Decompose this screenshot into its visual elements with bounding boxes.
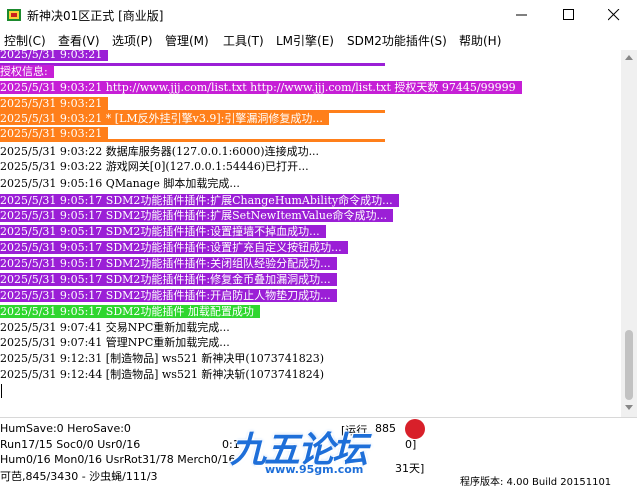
window-title: 新神决01区正式 [商业版] <box>27 9 164 23</box>
title-bar: 新神决01区正式 [商业版] <box>0 0 637 30</box>
scrollbar-thumb[interactable] <box>625 330 633 400</box>
log-line: 2025/5/31 9:05:17 SDM2功能插件插件:扩展SetNewIte… <box>0 208 393 223</box>
log-line: 2025/5/31 9:03:21 <box>0 50 109 62</box>
close-icon <box>608 9 620 21</box>
log-line: 2025/5/31 9:07:41 管理NPC重新加载完成... <box>0 335 236 350</box>
status-hum: Hum0/16 Mon0/16 UsrRot31/78 Merch0/16 <box>0 453 236 466</box>
log-text: 2025/5/31 9:12:31 [制造物品] ws521 新神决甲(1073… <box>0 352 324 365</box>
log-line: 2025/5/31 9:12:44 [制造物品] ws521 新神决斩(1073… <box>0 367 330 382</box>
log-line: 2025/5/31 9:05:17 SDM2功能插件插件:关闭组队经验分配成功.… <box>0 256 337 271</box>
log-line: 2025/5/31 9:12:31 [制造物品] ws521 新神决甲(1073… <box>0 351 330 366</box>
status-save: HumSave:0 HeroSave:0 <box>0 422 131 435</box>
log-text: 2025/5/31 9:07:41 管理NPC重新加载完成... <box>0 336 230 349</box>
minimize-button[interactable] <box>499 0 545 30</box>
log-line: 2025/5/31 9:07:41 交易NPC重新加载完成... <box>0 320 236 335</box>
close-button[interactable] <box>591 0 637 30</box>
app-icon <box>7 9 21 21</box>
text-cursor <box>1 384 2 398</box>
menu-view[interactable]: 查看(V) <box>58 32 100 49</box>
menu-manage[interactable]: 管理(M) <box>165 32 209 49</box>
log-text: 2025/5/31 9:03:22 游戏网关[0](127.0.0.1:5444… <box>0 160 309 173</box>
log-panel[interactable]: 2025/5/31 9:03:21 授权信息: 2025/5/31 9:03:2… <box>0 50 621 417</box>
status-run: Run17/15 Soc0/0 Usr0/16 <box>0 438 141 451</box>
log-text: 2025/5/31 9:03:21 <box>0 50 109 61</box>
log-text: 授权信息: <box>0 65 54 78</box>
log-text: 2025/5/31 9:03:22 数据库服务器(127.0.0.1:6000)… <box>0 145 320 158</box>
log-scrollbar[interactable] <box>621 50 637 417</box>
log-text: 2025/5/31 9:07:41 交易NPC重新加载完成... <box>0 321 230 334</box>
log-text: 2025/5/31 9:05:17 SDM2功能插件插件:扩展SetNewIte… <box>0 209 393 222</box>
minimize-icon <box>516 14 527 16</box>
menu-lm-engine[interactable]: LM引擎(E) <box>276 32 334 49</box>
log-text: 2025/5/31 9:05:17 SDM2功能插件 加载配置成功 <box>0 305 260 318</box>
log-line: 2025/5/31 9:03:22 数据库服务器(127.0.0.1:6000)… <box>0 144 325 159</box>
menu-help[interactable]: 帮助(H) <box>459 32 501 49</box>
log-line: 授权信息: <box>0 64 54 79</box>
log-text: 2025/5/31 9:12:44 [制造物品] ws521 新神决斩(1073… <box>0 368 324 381</box>
log-line: 2025/5/31 9:03:21 * [LM反外挂引擎v3.9]:引擎漏洞修复… <box>0 111 329 126</box>
watermark-url: www.95gm.com <box>265 463 364 476</box>
maximize-icon <box>563 9 574 20</box>
forum-watermark: 九五论坛 www.95gm.com <box>220 417 440 484</box>
log-line: 2025/5/31 9:03:22 游戏网关[0](127.0.0.1:5444… <box>0 159 315 174</box>
log-line: 2025/5/31 9:03:21 <box>0 96 109 111</box>
seal-icon <box>405 419 425 439</box>
log-separator <box>0 63 385 66</box>
log-text: 2025/5/31 9:05:17 SDM2功能插件插件:扩展ChangeHum… <box>0 194 399 207</box>
log-text: 2025/5/31 9:03:21 http://www.jjj.com/lis… <box>0 81 522 94</box>
log-line: 2025/5/31 9:05:16 QManage 脚本加载完成... <box>0 176 246 191</box>
log-line: 2025/5/31 9:05:17 SDM2功能插件插件:扩展ChangeHum… <box>0 193 399 208</box>
log-text: 2025/5/31 9:05:17 SDM2功能插件插件:关闭组队经验分配成功.… <box>0 257 337 270</box>
maximize-button[interactable] <box>546 0 592 30</box>
menu-tools[interactable]: 工具(T) <box>223 32 264 49</box>
log-line: 2025/5/31 9:05:17 SDM2功能插件插件:设置撞墙不掉血成功..… <box>0 224 326 239</box>
log-text: 2025/5/31 9:05:17 SDM2功能插件插件:开启防止人物垫刀成功.… <box>0 289 337 302</box>
menu-bar: 控制(C) 查看(V) 选项(P) 管理(M) 工具(T) LM引擎(E) SD… <box>0 30 637 51</box>
log-line: 2025/5/31 9:03:21 http://www.jjj.com/lis… <box>0 80 522 95</box>
log-text: 2025/5/31 9:05:17 SDM2功能插件插件:设置扩充自定义按钮成功… <box>0 241 348 254</box>
menu-sdm2-plugin[interactable]: SDM2功能插件(S) <box>347 32 447 49</box>
log-text: 2025/5/31 9:03:21 <box>0 97 109 110</box>
status-map: 可芭,845/3430 - 沙虫蝇/111/3 <box>0 470 158 483</box>
log-line: 2025/5/31 9:05:17 SDM2功能插件 加载配置成功 <box>0 304 260 319</box>
log-line: 2025/5/31 9:05:17 SDM2功能插件插件:开启防止人物垫刀成功.… <box>0 288 337 303</box>
scroll-down-icon[interactable] <box>625 405 633 411</box>
scroll-up-icon[interactable] <box>625 55 633 61</box>
log-text: 2025/5/31 9:05:17 SDM2功能插件插件:设置撞墙不掉血成功..… <box>0 225 326 238</box>
status-version: 程序版本: 4.00 Build 20151101 <box>460 477 612 488</box>
log-text: 2025/5/31 9:03:21 * [LM反外挂引擎v3.9]:引擎漏洞修复… <box>0 112 329 125</box>
log-separator <box>0 139 385 142</box>
log-line: 2025/5/31 9:05:17 SDM2功能插件插件:修复金币叠加漏洞成功.… <box>0 272 337 287</box>
log-text: 2025/5/31 9:05:16 QManage 脚本加载完成... <box>0 177 240 190</box>
log-text: 2025/5/31 9:05:17 SDM2功能插件插件:修复金币叠加漏洞成功.… <box>0 273 337 286</box>
menu-options[interactable]: 选项(P) <box>112 32 153 49</box>
log-line: 2025/5/31 9:05:17 SDM2功能插件插件:设置扩充自定义按钮成功… <box>0 240 348 255</box>
menu-control[interactable]: 控制(C) <box>4 32 46 49</box>
